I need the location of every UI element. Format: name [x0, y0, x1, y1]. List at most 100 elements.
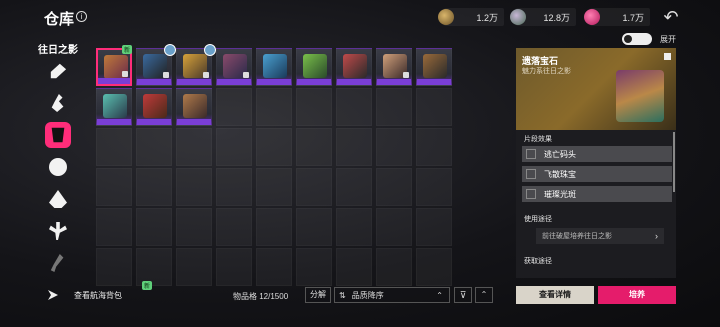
- effect-label: 逃亡码头: [544, 149, 576, 159]
- empty-slot[interactable]: [376, 88, 412, 126]
- item-slot[interactable]: 新: [96, 45, 132, 86]
- currency-pink[interactable]: 1.7万: [584, 8, 650, 26]
- item-slot[interactable]: [96, 88, 132, 126]
- view-detail-button[interactable]: 查看详情: [516, 286, 594, 304]
- collapse-icon[interactable]: ⌃: [475, 287, 493, 303]
- empty-slot[interactable]: [96, 128, 132, 166]
- empty-slot[interactable]: [416, 208, 452, 246]
- empty-slot[interactable]: [256, 208, 292, 246]
- item-icon: [343, 54, 367, 78]
- empty-slot[interactable]: [256, 128, 292, 166]
- item-artwork: [616, 70, 664, 122]
- rarity-bar: [137, 119, 171, 125]
- empty-slot[interactable]: [416, 248, 452, 286]
- category-4-tab[interactable]: [45, 154, 71, 180]
- empty-slot[interactable]: [296, 128, 332, 166]
- category-7-tab[interactable]: [45, 250, 71, 276]
- empty-slot[interactable]: [336, 248, 372, 286]
- info-icon[interactable]: i: [76, 11, 87, 22]
- category-5-tab[interactable]: [45, 186, 71, 212]
- empty-slot[interactable]: [296, 208, 332, 246]
- empty-slot[interactable]: [176, 208, 212, 246]
- empty-slot[interactable]: [256, 168, 292, 206]
- item-slot[interactable]: [176, 44, 216, 86]
- top-bar: 仓库 i 1.2万 12.8万 1.7万 ↶: [0, 0, 720, 34]
- empty-slot[interactable]: [216, 208, 252, 246]
- item-detail-panel: 遗落宝石 魅力系往日之影 片段效果 逃亡码头 飞散珠宝 璀璨光斑 使用途径 前往…: [516, 48, 676, 278]
- item-slot[interactable]: [336, 48, 372, 86]
- currency-green-value: 12.8万: [543, 12, 570, 23]
- empty-slot[interactable]: [376, 128, 412, 166]
- page-title: 仓库: [44, 11, 75, 28]
- category-1-tab[interactable]: [45, 58, 71, 84]
- empty-slot[interactable]: [256, 88, 292, 126]
- lock-icon[interactable]: [664, 53, 671, 60]
- empty-slot[interactable]: [296, 168, 332, 206]
- sort-label: 品质降序: [351, 290, 384, 300]
- effect-row: 逃亡码头: [522, 146, 672, 162]
- empty-slot[interactable]: [96, 168, 132, 206]
- item-detail-card: 遗落宝石 魅力系往日之影: [516, 48, 676, 130]
- item-subtitle: 魅力系往日之影: [522, 68, 571, 75]
- train-button[interactable]: 培养: [598, 286, 676, 304]
- empty-slot[interactable]: [416, 128, 452, 166]
- expand-toggle[interactable]: [622, 33, 652, 45]
- item-slot[interactable]: [296, 48, 332, 86]
- category-2-tab[interactable]: [45, 90, 71, 116]
- empty-slot[interactable]: [376, 168, 412, 206]
- category-3-tab[interactable]: [45, 122, 71, 148]
- empty-slot[interactable]: [96, 208, 132, 246]
- empty-slot[interactable]: [416, 168, 452, 206]
- expand-toggle-wrap[interactable]: 展开: [622, 33, 676, 45]
- detail-scrollbar[interactable]: [673, 132, 675, 192]
- item-slot[interactable]: [416, 48, 452, 86]
- empty-slot[interactable]: [216, 88, 252, 126]
- currency-green[interactable]: 12.8万: [510, 8, 576, 26]
- empty-slot[interactable]: [256, 248, 292, 286]
- empty-slot[interactable]: [136, 248, 172, 286]
- empty-slot[interactable]: [296, 88, 332, 126]
- empty-slot[interactable]: [376, 248, 412, 286]
- rarity-bar: [98, 78, 130, 84]
- empty-slot[interactable]: [216, 168, 252, 206]
- item-slot[interactable]: [256, 48, 292, 86]
- empty-slot[interactable]: [136, 208, 172, 246]
- empty-slot[interactable]: [176, 128, 212, 166]
- sort-direction-icon[interactable]: ⌃: [436, 291, 443, 300]
- usage-route-label: 前往破屋培养往日之影: [542, 233, 612, 240]
- currency-gold[interactable]: 1.2万: [438, 8, 504, 26]
- category-6-tab[interactable]: [45, 218, 71, 244]
- item-slot[interactable]: [136, 88, 172, 126]
- item-slot[interactable]: [136, 44, 176, 86]
- item-slot[interactable]: [376, 48, 412, 86]
- item-slot[interactable]: [176, 88, 212, 126]
- empty-slot[interactable]: [336, 168, 372, 206]
- filter-icon[interactable]: ⊽: [454, 287, 472, 303]
- empty-slot[interactable]: [216, 248, 252, 286]
- empty-slot[interactable]: [336, 88, 372, 126]
- empty-slot[interactable]: [216, 128, 252, 166]
- empty-slot[interactable]: [336, 128, 372, 166]
- empty-slot[interactable]: [176, 248, 212, 286]
- empty-slot[interactable]: [136, 168, 172, 206]
- empty-slot[interactable]: [336, 208, 372, 246]
- rarity-bar: [97, 119, 131, 125]
- rarity-bar: [377, 79, 411, 85]
- lock-icon: [203, 72, 209, 78]
- sea-bag-button[interactable]: 查看航海背包: [38, 287, 148, 303]
- empty-slot[interactable]: [376, 208, 412, 246]
- sort-dropdown[interactable]: ⇅ 品质降序 ⌃: [334, 287, 450, 303]
- category-7-icon: [50, 254, 64, 272]
- decompose-button[interactable]: 分解: [305, 287, 331, 303]
- empty-slot[interactable]: [136, 128, 172, 166]
- sort-icon: ⇅: [339, 290, 346, 300]
- usage-route-link[interactable]: 前往破屋培养往日之影 ›: [536, 228, 664, 244]
- empty-slot[interactable]: [416, 88, 452, 126]
- currency-gold-value: 1.2万: [476, 12, 498, 23]
- back-icon[interactable]: ↶: [660, 7, 682, 27]
- empty-slot[interactable]: [296, 248, 332, 286]
- item-icon: [263, 54, 287, 78]
- empty-slot[interactable]: [176, 168, 212, 206]
- empty-slot[interactable]: [96, 248, 132, 286]
- item-slot[interactable]: [216, 48, 252, 86]
